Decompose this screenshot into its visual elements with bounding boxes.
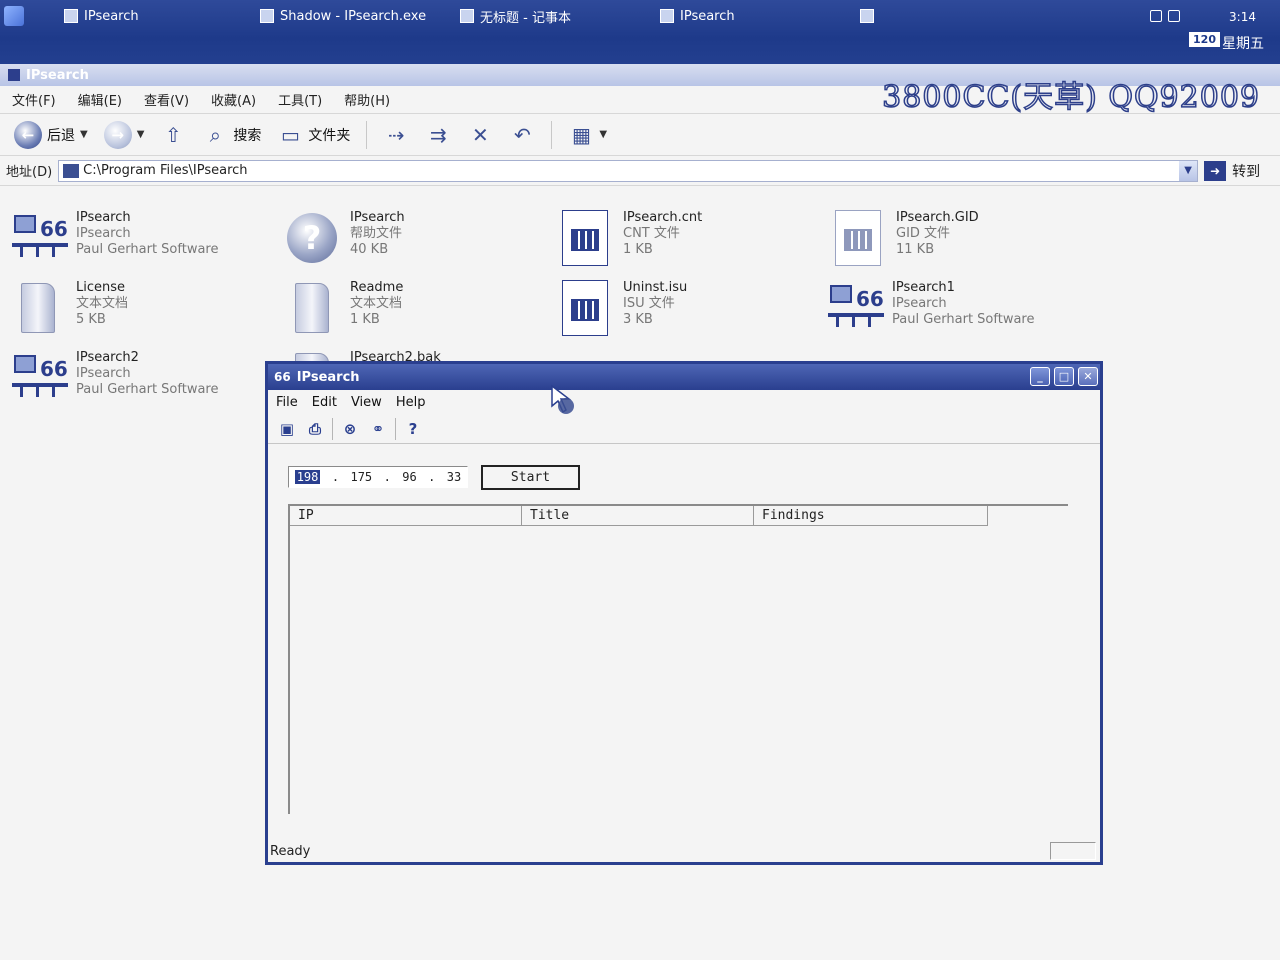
menu-edit[interactable]: Edit bbox=[312, 395, 337, 410]
taskbar: IPsearch Shadow - IPsearch.exe 无标题 - 记事本… bbox=[0, 0, 1280, 64]
save-icon[interactable]: ▣ bbox=[276, 418, 298, 440]
results-header: IP Title Findings bbox=[290, 506, 1068, 526]
sheet-icon bbox=[555, 278, 615, 338]
ipsearch-title-bar[interactable]: 66 IPsearch _ □ ✕ bbox=[268, 364, 1100, 390]
menu-tools[interactable]: 工具(T) bbox=[278, 90, 322, 109]
menu-help[interactable]: 帮助(H) bbox=[344, 90, 390, 109]
glasses-icon bbox=[660, 9, 674, 23]
tray-network-icon[interactable] bbox=[1168, 10, 1180, 22]
help-icon[interactable]: ? bbox=[402, 418, 424, 440]
maximize-button[interactable]: □ bbox=[1054, 367, 1074, 386]
toolbar-divider bbox=[395, 417, 396, 440]
status-bar: Ready bbox=[270, 840, 1098, 862]
toolbar-divider bbox=[332, 417, 333, 440]
stop-icon[interactable]: ⊗ bbox=[339, 418, 361, 440]
folder-icon bbox=[8, 69, 20, 81]
menu-file[interactable]: File bbox=[276, 395, 298, 410]
print-icon[interactable]: ⎙ bbox=[304, 418, 326, 440]
file-item[interactable]: Uninst.isu ISU 文件 3 KB bbox=[555, 278, 825, 342]
glasses-icon: 66 bbox=[274, 370, 291, 384]
taskbar-item-notepad[interactable]: 无标题 - 记事本 bbox=[452, 4, 579, 28]
file-item[interactable]: 66 IPsearch2 IPsearch Paul Gerhart Softwar… bbox=[8, 348, 278, 412]
help-icon: ? bbox=[282, 208, 342, 268]
explorer-title-bar[interactable]: IPsearch bbox=[0, 64, 1280, 86]
binoculars-icon[interactable]: ⚭ bbox=[367, 418, 389, 440]
chevron-down-icon[interactable]: ▼ bbox=[80, 129, 88, 140]
status-panel bbox=[1050, 842, 1096, 860]
column-ip[interactable]: IP bbox=[290, 506, 522, 526]
weekday: 星期五 bbox=[1222, 36, 1264, 52]
ipsearch-window: 66 IPsearch _ □ ✕ File Edit View Help ▣ … bbox=[265, 361, 1103, 865]
ip-octet-2[interactable]: 175 bbox=[350, 470, 372, 484]
text-doc-icon bbox=[8, 278, 68, 338]
menu-edit[interactable]: 编辑(E) bbox=[78, 90, 122, 109]
input-method-badge[interactable]: 120 bbox=[1189, 32, 1220, 47]
ip-address-input[interactable]: 198 . 175 . 96 . 33 bbox=[288, 466, 468, 488]
ip-octet-3[interactable]: 96 bbox=[402, 470, 416, 484]
menu-view[interactable]: 查看(V) bbox=[144, 90, 189, 109]
notepad-icon bbox=[460, 9, 474, 23]
system-tray: 3:14 120 星期五 bbox=[1140, 0, 1280, 64]
ip-octet-1[interactable]: 198 bbox=[294, 470, 321, 484]
start-icon[interactable] bbox=[4, 6, 24, 26]
taskbar-item-empty[interactable] bbox=[852, 4, 882, 28]
sheet-icon bbox=[555, 208, 615, 268]
tray-volume-icon[interactable] bbox=[1150, 10, 1162, 22]
menu-help[interactable]: Help bbox=[396, 395, 426, 410]
chevron-down-icon[interactable]: ▼ bbox=[599, 129, 607, 140]
menu-file[interactable]: 文件(F) bbox=[12, 90, 56, 109]
explorer-menu-bar: 文件(F) 编辑(E) 查看(V) 收藏(A) 工具(T) 帮助(H) bbox=[0, 86, 1280, 114]
column-findings[interactable]: Findings bbox=[754, 506, 988, 526]
glasses-icon bbox=[860, 9, 874, 23]
file-item[interactable]: IPsearch.GID GID 文件 11 KB bbox=[828, 208, 1098, 272]
file-item[interactable]: 66 IPsearch IPsearch Paul Gerhart Software bbox=[8, 208, 278, 272]
file-item[interactable]: Readme 文本文档 1 KB bbox=[282, 278, 552, 342]
file-item[interactable]: ? IPsearch 帮助文件 40 KB bbox=[282, 208, 552, 272]
network-app-icon: 66 bbox=[824, 278, 884, 338]
column-title[interactable]: Title bbox=[522, 506, 754, 526]
start-button[interactable]: Start bbox=[481, 465, 580, 490]
folder-icon bbox=[64, 9, 78, 23]
results-list[interactable]: IP Title Findings bbox=[288, 504, 1068, 814]
chevron-down-icon[interactable]: ▼ bbox=[137, 129, 145, 140]
close-button[interactable]: ✕ bbox=[1078, 367, 1098, 386]
network-app-icon: 66 bbox=[8, 208, 68, 268]
file-item[interactable]: 66 IPsearch1 IPsearch Paul Gerhart Softwar… bbox=[824, 278, 1094, 342]
menu-view[interactable]: View bbox=[351, 395, 382, 410]
clock[interactable]: 3:14 bbox=[1229, 10, 1256, 24]
ipsearch-menu-bar: File Edit View Help bbox=[268, 390, 1100, 414]
taskbar-item-ipsearch-app[interactable]: IPsearch bbox=[652, 4, 743, 28]
minimize-button[interactable]: _ bbox=[1030, 367, 1050, 386]
taskbar-item-ipsearch[interactable]: IPsearch bbox=[56, 4, 147, 28]
network-app-icon: 66 bbox=[8, 348, 68, 408]
sheet-icon bbox=[828, 208, 888, 268]
app-icon bbox=[260, 9, 274, 23]
taskbar-item-shadow[interactable]: Shadow - IPsearch.exe bbox=[252, 4, 434, 28]
ipsearch-toolbar: ▣ ⎙ ⊗ ⚭ ? bbox=[268, 414, 1100, 444]
mouse-cursor-icon bbox=[551, 384, 574, 414]
file-item[interactable]: IPsearch.cnt CNT 文件 1 KB bbox=[555, 208, 825, 272]
ip-octet-4[interactable]: 33 bbox=[447, 470, 461, 484]
status-text: Ready bbox=[270, 843, 311, 859]
file-item[interactable]: License 文本文档 5 KB bbox=[8, 278, 278, 342]
menu-favorites[interactable]: 收藏(A) bbox=[211, 90, 256, 109]
text-doc-icon bbox=[282, 278, 342, 338]
